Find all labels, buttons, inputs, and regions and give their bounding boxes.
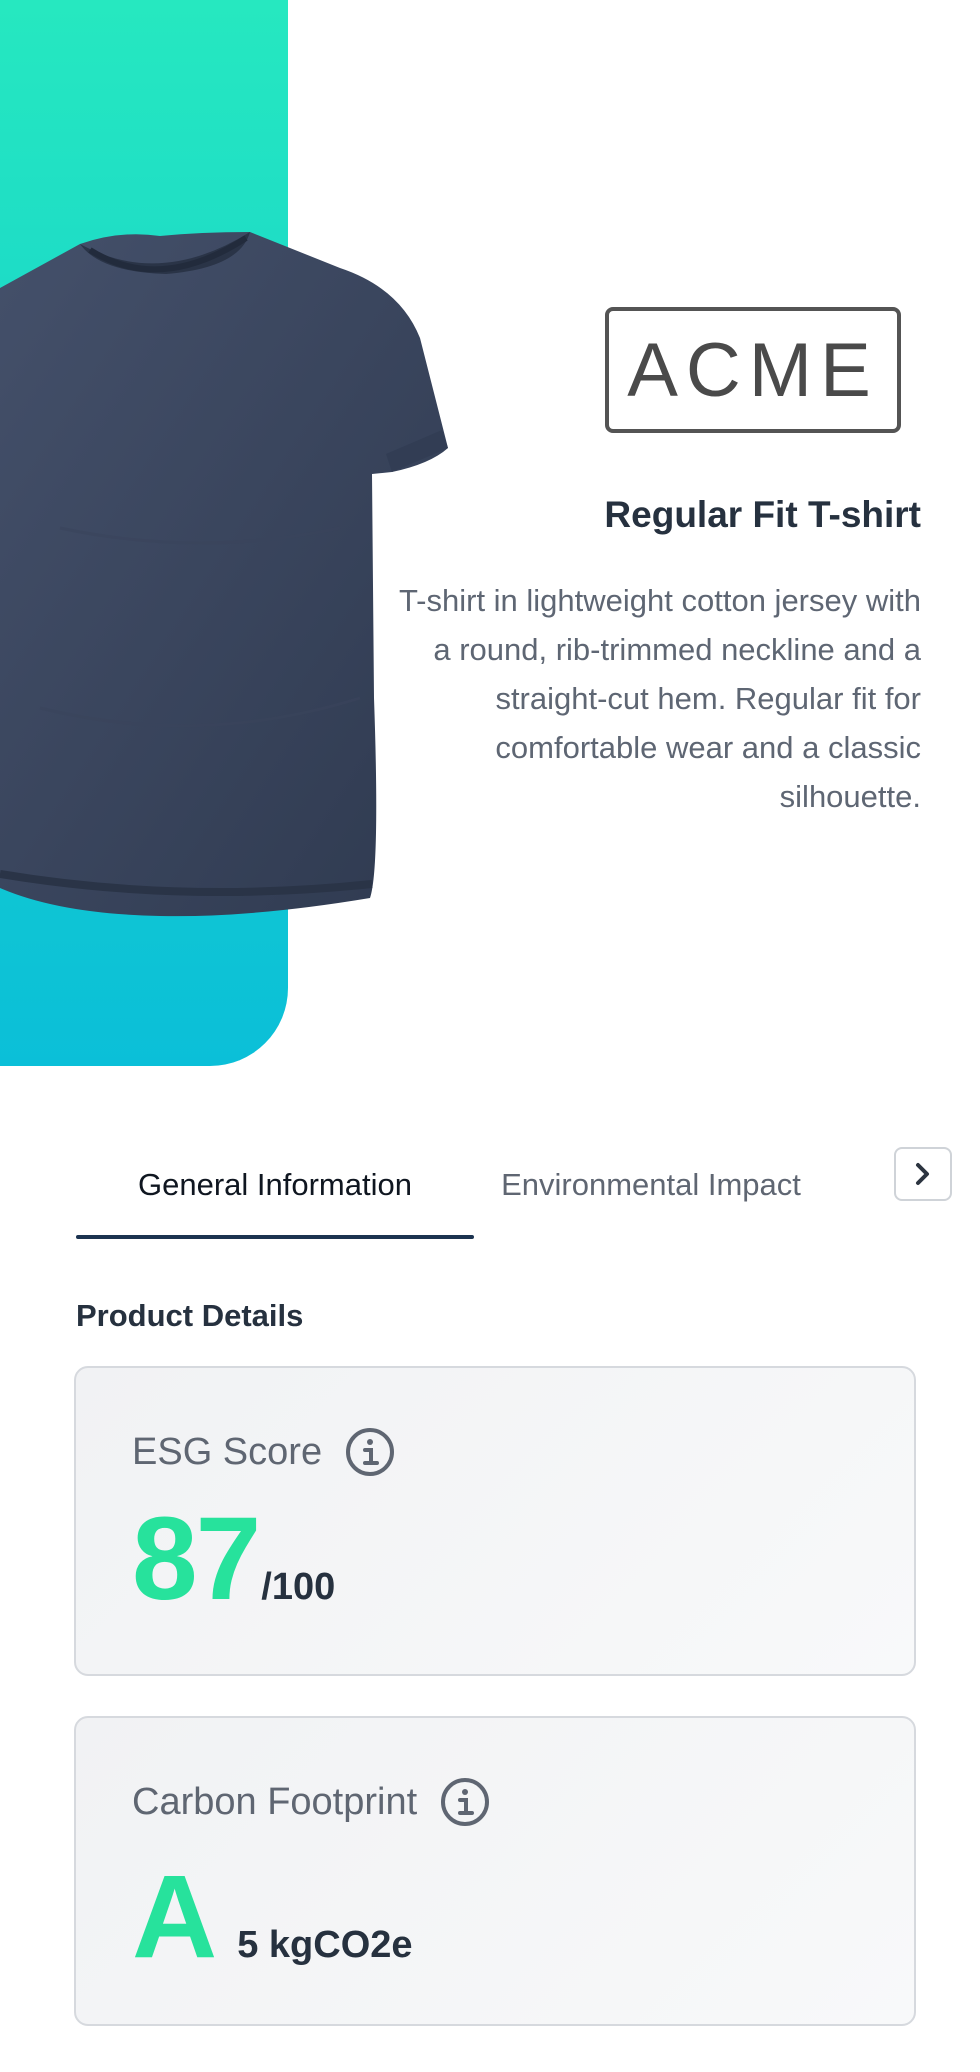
tab-bar: General Information Environmental Impact [76, 1135, 956, 1239]
info-icon[interactable] [439, 1776, 491, 1828]
brand-logo: ACME [605, 307, 901, 433]
esg-score-value-row: 87 /100 [132, 1500, 335, 1618]
carbon-footprint-label: Carbon Footprint [132, 1780, 418, 1823]
section-title: Product Details [76, 1298, 304, 1333]
chevron-right-icon [916, 1163, 929, 1185]
esg-score-max: /100 [261, 1566, 336, 1608]
tab-general-information[interactable]: General Information [76, 1135, 474, 1239]
carbon-amount: 5 kgCO2e [237, 1924, 413, 1966]
product-title: Regular Fit T-shirt [604, 494, 921, 535]
esg-score-label: ESG Score [132, 1430, 323, 1473]
carbon-grade: A [132, 1851, 217, 1983]
esg-score-value: 87 [132, 1493, 261, 1625]
product-description: T-shirt in lightweight cotton jersey wit… [398, 583, 921, 814]
brand-logo-text: ACME [627, 327, 879, 413]
tab-environmental-impact[interactable]: Environmental Impact [496, 1135, 806, 1235]
tabs-next-button[interactable] [894, 1147, 952, 1201]
carbon-footprint-value-row: A 5 kgCO2e [132, 1858, 413, 1976]
carbon-footprint-card: Carbon Footprint A 5 kgCO2e [74, 1716, 916, 2026]
esg-score-label-row: ESG Score [132, 1426, 396, 1478]
carbon-footprint-label-row: Carbon Footprint [132, 1776, 491, 1828]
esg-score-card: ESG Score 87 /100 [74, 1366, 916, 1676]
info-icon[interactable] [344, 1426, 396, 1478]
